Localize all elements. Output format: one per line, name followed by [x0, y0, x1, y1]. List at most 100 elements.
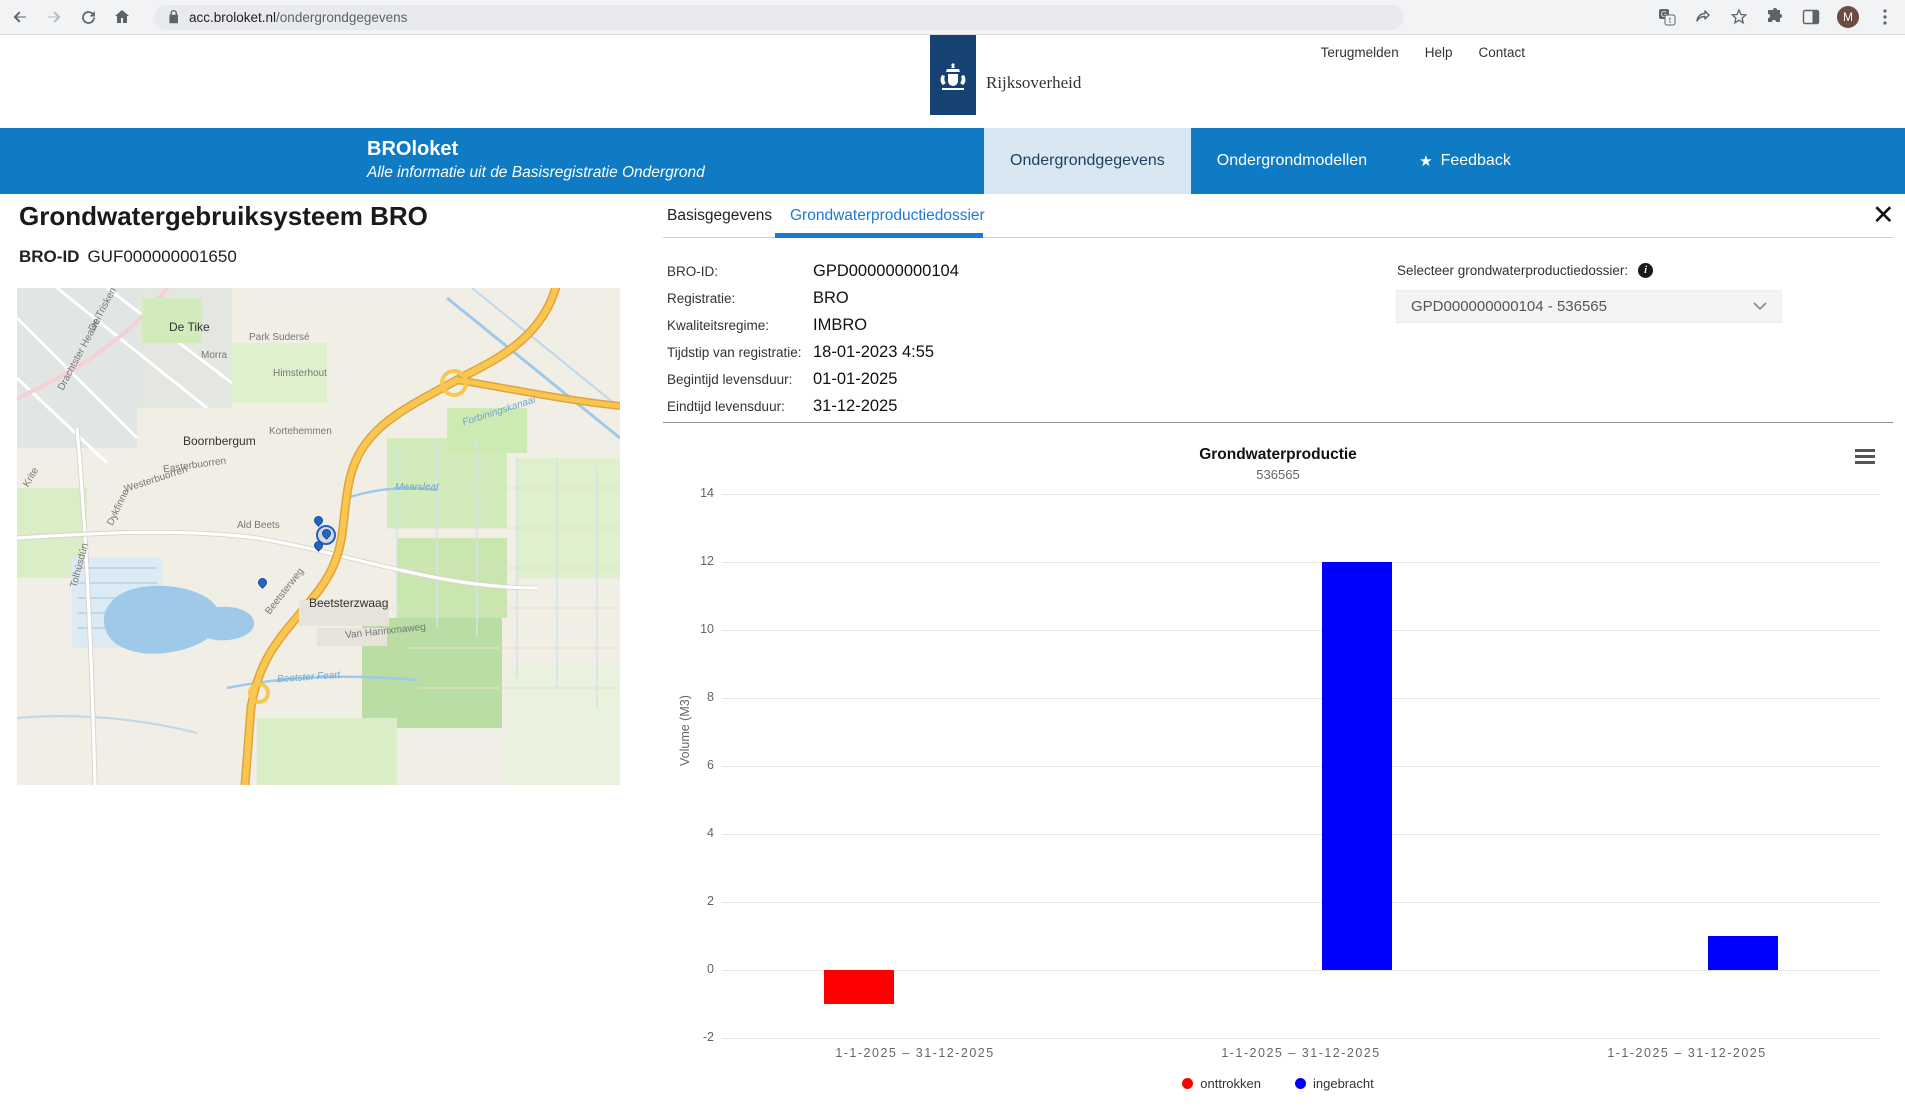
url-text: acc.broloket.nl/ondergrondgegevens — [189, 10, 407, 25]
nav-item-ondergrondgegevens[interactable]: Ondergrondgegevens — [984, 128, 1191, 194]
map-label: Boornbergum — [183, 434, 256, 448]
field-value: IMBRO — [813, 316, 867, 335]
chart-legend: onttrokken ingebracht — [663, 1076, 1893, 1091]
chart-y-tick: 12 — [680, 554, 714, 568]
nav-item-label: Ondergrondmodellen — [1217, 152, 1367, 170]
dossier-select-value: GPD000000000104 - 536565 — [1411, 298, 1607, 315]
chart-menu-icon[interactable] — [1855, 449, 1875, 467]
dossier-select-label: Selecteer grondwaterproductiedossier: i — [1397, 263, 1653, 278]
star-icon: ★ — [1419, 152, 1432, 170]
brand-block[interactable]: BROloket Alle informatie uit de Basisreg… — [367, 138, 705, 182]
field-label: Begintijd levensduur: — [667, 372, 813, 387]
field-label: Kwaliteitsregime: — [667, 318, 813, 333]
field-label: Registratie: — [667, 291, 813, 306]
chart-plot-area: 1-1-2025 – 31-12-20251-1-2025 – 31-12-20… — [722, 494, 1880, 1038]
page-title: Grondwatergebruiksysteem BRO — [19, 201, 428, 232]
map-label: Mearsleat — [395, 482, 439, 493]
bro-id-value: GUF000000001650 — [87, 247, 236, 266]
header-link-contact[interactable]: Contact — [1478, 45, 1525, 60]
field-value: 18-01-2023 4:55 — [813, 343, 934, 362]
chart-y-tick: 8 — [680, 690, 714, 704]
chart-gridline — [722, 902, 1880, 903]
menu-kebab-icon[interactable] — [1875, 7, 1895, 27]
site-header: Rijksoverheid TerugmeldenHelpContact — [0, 35, 1905, 128]
chart-bar-ingebracht[interactable] — [1322, 562, 1392, 970]
side-panel-icon[interactable] — [1801, 7, 1821, 27]
map-label: Park Sudersé — [249, 332, 310, 343]
chart-gridline — [722, 562, 1880, 563]
brand-name: BROloket — [367, 138, 705, 161]
chart-x-tick: 1-1-2025 – 31-12-2025 — [1171, 1046, 1431, 1060]
header-link-terugmelden[interactable]: Terugmelden — [1321, 45, 1399, 60]
chart-y-axis-label: Volume (M3) — [678, 695, 692, 766]
location-map[interactable]: Drachtster HeaweiDe TriskenDe TikePark S… — [17, 288, 620, 785]
chart-x-tick: 1-1-2025 – 31-12-2025 — [1557, 1046, 1817, 1060]
legend-label: ingebracht — [1313, 1076, 1374, 1091]
chart-gridline — [722, 494, 1880, 495]
chart-bar-ingebracht[interactable] — [1708, 936, 1778, 970]
map-label: Kortehemmen — [269, 426, 332, 437]
field-value: 31-12-2025 — [813, 397, 897, 416]
back-icon[interactable] — [10, 7, 30, 27]
chevron-down-icon — [1753, 299, 1767, 314]
field-row: Kwaliteitsregime:IMBRO — [667, 312, 959, 339]
field-row: Eindtijd levensduur:31-12-2025 — [667, 393, 959, 420]
chart-y-tick: -2 — [680, 1030, 714, 1044]
field-row: Begintijd levensduur:01-01-2025 — [667, 366, 959, 393]
bro-id-label: BRO-ID — [19, 247, 79, 266]
extensions-icon[interactable] — [1765, 7, 1785, 27]
legend-dot — [1182, 1078, 1193, 1089]
field-value: BRO — [813, 289, 849, 308]
nav-item-label: Feedback — [1441, 152, 1511, 170]
nav-menu: Ondergrondgegevens Ondergrondmodellen ★ Fee… — [984, 128, 1537, 194]
forward-icon[interactable] — [44, 7, 64, 27]
tab-basisgegevens[interactable]: Basisgegevens — [667, 207, 772, 225]
dossier-select[interactable]: GPD000000000104 - 536565 — [1396, 290, 1782, 323]
field-label: Eindtijd levensduur: — [667, 399, 813, 414]
profile-avatar[interactable]: M — [1837, 6, 1859, 28]
map-label: Ald Beets — [237, 520, 280, 531]
chart-subtitle: 536565 — [663, 467, 1893, 482]
chart-y-tick: 14 — [680, 486, 714, 500]
address-bar[interactable]: acc.broloket.nl/ondergrondgegevens — [154, 5, 1404, 30]
chart-bar-onttrokken[interactable] — [824, 970, 894, 1004]
chart-y-tick: 6 — [680, 758, 714, 772]
field-value: 01-01-2025 — [813, 370, 897, 389]
chart-gridline — [722, 630, 1880, 631]
tab-grondwaterproductiedossier[interactable]: Grondwaterproductiedossier — [790, 207, 985, 225]
close-icon[interactable]: ✕ — [1872, 202, 1895, 229]
lock-icon — [168, 10, 180, 24]
chart-gridline — [722, 834, 1880, 835]
map-label: De Tike — [169, 320, 210, 334]
bookmark-star-icon[interactable] — [1729, 7, 1749, 27]
legend-item-onttrokken[interactable]: onttrokken — [1182, 1076, 1261, 1091]
nav-item-feedback[interactable]: ★ Feedback — [1393, 128, 1537, 194]
chart-y-tick: 2 — [680, 894, 714, 908]
field-row: BRO-ID:GPD000000000104 — [667, 258, 959, 285]
info-icon[interactable]: i — [1638, 263, 1653, 278]
header-links: Terugmelden Help Contact — [1321, 45, 1525, 60]
header-link-help[interactable]: Help — [1425, 45, 1453, 60]
chart-y-tick: 4 — [680, 826, 714, 840]
map-label: Morra — [201, 350, 227, 361]
browser-toolbar: acc.broloket.nl/ondergrondgegevens Gt M — [0, 0, 1905, 35]
chart-gridline — [722, 698, 1880, 699]
field-label: Tijdstip van registratie: — [667, 345, 813, 360]
chart-gridline — [722, 1038, 1880, 1039]
share-icon[interactable] — [1693, 7, 1713, 27]
field-row: Registratie:BRO — [667, 285, 959, 312]
main-navbar: BROloket Alle informatie uit de Basisreg… — [0, 128, 1905, 194]
section-divider — [663, 422, 1893, 423]
translate-icon[interactable]: Gt — [1657, 7, 1677, 27]
nav-item-ondergrondmodellen[interactable]: Ondergrondmodellen — [1191, 128, 1393, 194]
legend-label: onttrokken — [1200, 1076, 1261, 1091]
field-value: GPD000000000104 — [813, 262, 959, 281]
reload-icon[interactable] — [78, 7, 98, 27]
home-icon[interactable] — [112, 7, 132, 27]
bro-id-line: BRO-ID GUF000000001650 — [19, 247, 237, 267]
legend-item-ingebracht[interactable]: ingebracht — [1295, 1076, 1374, 1091]
map-label: Himsterhout — [273, 368, 327, 379]
active-tab-underline — [775, 233, 983, 238]
field-label: BRO-ID: — [667, 264, 813, 279]
brand-tagline: Alle informatie uit de Basisregistratie … — [367, 164, 705, 182]
